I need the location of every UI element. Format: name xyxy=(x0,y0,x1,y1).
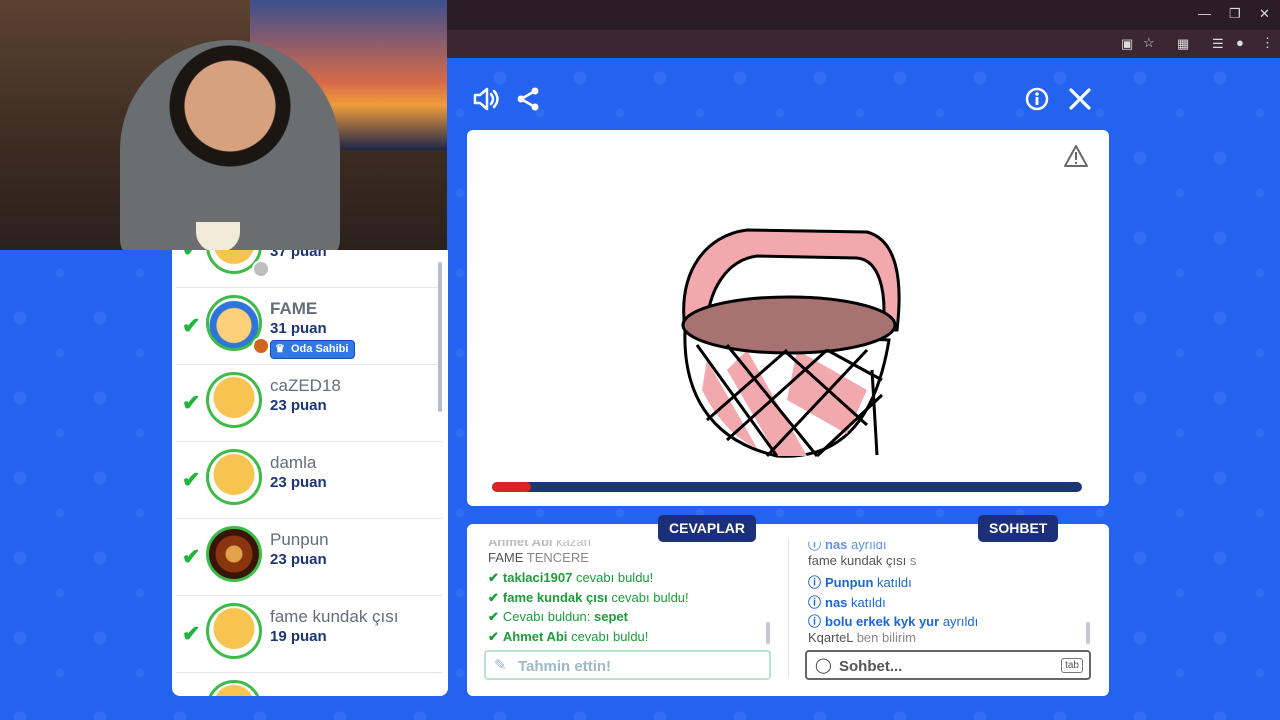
warning-icon[interactable] xyxy=(1063,144,1089,175)
menu-dots-icon[interactable]: ⋮ xyxy=(1261,35,1274,51)
chat-message: ⓘ Punpun katıldı xyxy=(808,575,912,590)
webcam-cup xyxy=(196,222,240,250)
guess-input-box: ✎ xyxy=(484,650,771,680)
players-scrollbar[interactable] xyxy=(438,262,442,412)
window-close-icon[interactable]: ✕ xyxy=(1259,6,1270,22)
pencil-icon: ✎ xyxy=(494,657,507,674)
minimize-icon[interactable]: — xyxy=(1198,6,1211,21)
player-avatar xyxy=(206,603,262,659)
chat-message: ⓘ bolu erkek kyk yur ayrıldı xyxy=(808,614,979,629)
chat-message: fame kundak çısı s xyxy=(808,553,917,568)
chat-bubble-icon: ◯ xyxy=(815,657,832,674)
chat-scrollbar[interactable] xyxy=(1086,622,1090,644)
player-score: 37 puan xyxy=(270,250,327,260)
chat-tab[interactable]: SOHBET xyxy=(978,515,1059,542)
timer-progress-bar xyxy=(492,482,1082,492)
answers-tab[interactable]: CEVAPLAR xyxy=(658,515,756,542)
player-score: 19 puan xyxy=(270,628,327,645)
extensions-icon[interactable]: ▦ xyxy=(1177,36,1189,52)
player-avatar xyxy=(206,526,262,582)
player-row: ✔ FAME 31 puan ♛ Oda Sahibi xyxy=(176,287,442,365)
player-avatar xyxy=(206,449,262,505)
answer-message: ✔ fame kundak çısı cevabı buldu! xyxy=(488,590,689,605)
player-row xyxy=(176,672,442,696)
bookmark-star-icon[interactable]: ☆ xyxy=(1143,35,1155,51)
player-name: caZED18 xyxy=(270,376,341,395)
chat-input[interactable] xyxy=(837,655,1041,677)
chat-message: KqarteL ben bilirim xyxy=(808,630,916,645)
checkmark-icon: ✔ xyxy=(488,590,499,605)
answer-message: Ahmet Abi kazan xyxy=(488,534,591,549)
checkmark-icon: ✔ xyxy=(182,621,201,646)
restore-icon[interactable]: ❐ xyxy=(1229,6,1241,22)
tab-key-hint: tab xyxy=(1061,658,1083,673)
info-icon: ⓘ xyxy=(808,575,822,590)
room-owner-badge: ♛ Oda Sahibi xyxy=(270,340,356,359)
player-score: 23 puan xyxy=(270,474,327,491)
checkmark-icon: ✔ xyxy=(182,313,201,338)
player-row: ✔ 37 puan xyxy=(176,250,442,288)
info-icon: ⓘ xyxy=(808,614,822,629)
player-name: FAME xyxy=(270,299,318,318)
player-name: Punpun xyxy=(270,530,329,549)
timer-progress-fill xyxy=(492,482,531,492)
drawing-canvas[interactable] xyxy=(467,130,1109,506)
player-score: 31 puan xyxy=(270,320,327,337)
checkmark-icon: ✔ xyxy=(182,544,201,569)
player-avatar xyxy=(206,372,262,428)
player-score: 23 puan xyxy=(270,551,327,568)
close-icon[interactable] xyxy=(1068,86,1092,119)
answers-chat-panel: CEVAPLAR SOHBET Ahmet Abi kazan FAME TEN… xyxy=(467,515,1109,696)
players-panel: ✔ 37 puan ✔ FAME 31 puan ♛ Oda Sahibi ✔ c… xyxy=(172,250,448,696)
player-row: ✔ Punpun 23 puan xyxy=(176,518,442,596)
player-name: damla xyxy=(270,453,317,472)
answer-message: ✔ Ahmet Abi cevabı buldu! xyxy=(488,629,649,644)
status-dot xyxy=(252,260,270,278)
checkmark-icon: ✔ xyxy=(488,570,499,585)
chat-input-box: ◯ tab xyxy=(805,650,1091,680)
answers-scrollbar[interactable] xyxy=(766,622,770,644)
status-dot xyxy=(252,337,270,355)
player-name: fame kundak çısı xyxy=(270,607,399,626)
chat-message: ⓘ nas ayrıldı xyxy=(808,537,887,552)
chat-message: ⓘ nas katıldı xyxy=(808,595,886,610)
info-icon: ⓘ xyxy=(808,537,822,552)
info-icon[interactable] xyxy=(1025,86,1049,119)
player-score: 23 puan xyxy=(270,397,327,414)
checkmark-icon: ✔ xyxy=(488,629,499,644)
media-icon[interactable]: ☰ xyxy=(1212,36,1224,52)
checkmark-icon: ✔ xyxy=(182,250,200,262)
badge-label: Oda Sahibi xyxy=(291,343,349,355)
crown-icon: ♛ xyxy=(275,343,285,355)
basket-drawing xyxy=(681,228,901,458)
info-icon: ⓘ xyxy=(808,595,822,610)
answer-message: ✔ Cevabı buldun: sepet xyxy=(488,609,628,624)
player-row: ✔ damla 23 puan xyxy=(176,441,442,519)
answer-message: FAME TENCERE xyxy=(488,550,589,565)
install-icon[interactable]: ▣ xyxy=(1121,36,1133,52)
player-row: ✔ caZED18 23 puan xyxy=(176,364,442,442)
player-avatar xyxy=(206,680,262,696)
webcam-streamer xyxy=(120,40,340,250)
answer-message: ✔ taklaci1907 cevabı buldu! xyxy=(488,570,654,585)
player-row: ✔ fame kundak çısı 19 puan xyxy=(176,595,442,673)
profile-icon[interactable]: ● xyxy=(1236,35,1244,50)
checkmark-icon: ✔ xyxy=(182,467,201,492)
panel-divider xyxy=(788,538,789,678)
speaker-icon[interactable] xyxy=(472,86,500,119)
checkmark-icon: ✔ xyxy=(182,390,201,415)
checkmark-icon: ✔ xyxy=(488,609,499,624)
guess-input[interactable] xyxy=(516,655,720,677)
share-icon[interactable] xyxy=(516,86,540,119)
webcam-overlay xyxy=(0,0,447,250)
